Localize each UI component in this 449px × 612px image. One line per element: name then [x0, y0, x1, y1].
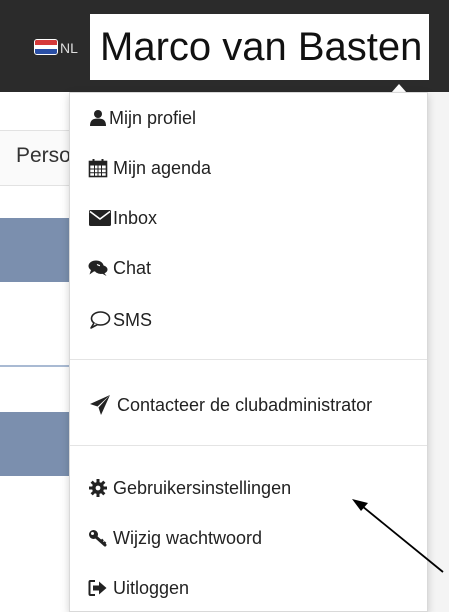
comments-icon: [88, 258, 108, 278]
page-scroll-area: [428, 92, 449, 612]
menu-item-label: Chat: [113, 257, 152, 278]
top-navbar: NL Marco van Basten: [0, 0, 449, 92]
menu-item-label: SMS: [113, 309, 153, 330]
gear-icon: [88, 478, 108, 498]
menu-item-profile[interactable]: Mijn profiel: [88, 104, 196, 132]
menu-item-label: Contacteer de clubadministrator: [117, 394, 373, 415]
screen: Personen NL Marco van Basten Mijn profie…: [0, 0, 449, 612]
user-icon: [88, 108, 108, 128]
calendar-icon: [88, 158, 108, 178]
menu-item-label: Mijn profiel: [109, 107, 197, 128]
tab-personen-label: Personen: [16, 144, 70, 167]
key-icon: [88, 528, 108, 548]
menu-item-change-password[interactable]: Wijzig wachtwoord: [88, 524, 262, 552]
speech-bubble-icon: [88, 310, 112, 330]
menu-item-label: Uitloggen: [113, 577, 190, 598]
language-selector[interactable]: NL: [60, 39, 78, 57]
menu-divider: [70, 445, 427, 446]
content-panel-header: [0, 412, 70, 476]
paper-plane-icon: [88, 395, 112, 415]
envelope-icon: [88, 208, 112, 228]
menu-item-label: Inbox: [113, 207, 158, 228]
menu-item-user-settings[interactable]: Gebruikersinstellingen: [88, 474, 291, 502]
menu-item-chat[interactable]: Chat: [88, 254, 151, 282]
content-panel-header: [0, 218, 70, 282]
menu-item-logout[interactable]: Uitloggen: [88, 574, 189, 602]
menu-item-label: Mijn agenda: [113, 157, 212, 178]
menu-item-contact-admin[interactable]: Contacteer de clubadministrator: [88, 391, 372, 419]
menu-divider: [70, 359, 427, 360]
netherlands-flag-icon[interactable]: [34, 39, 58, 55]
content-divider: [0, 365, 70, 367]
user-menu-toggle[interactable]: Marco van Basten: [90, 14, 429, 80]
menu-item-sms[interactable]: SMS: [88, 306, 152, 334]
menu-item-label: Gebruikersinstellingen: [113, 477, 292, 498]
menu-item-inbox[interactable]: Inbox: [88, 204, 157, 232]
sign-out-icon: [88, 578, 108, 598]
menu-item-label: Wijzig wachtwoord: [113, 527, 263, 548]
menu-item-agenda[interactable]: Mijn agenda: [88, 154, 211, 182]
